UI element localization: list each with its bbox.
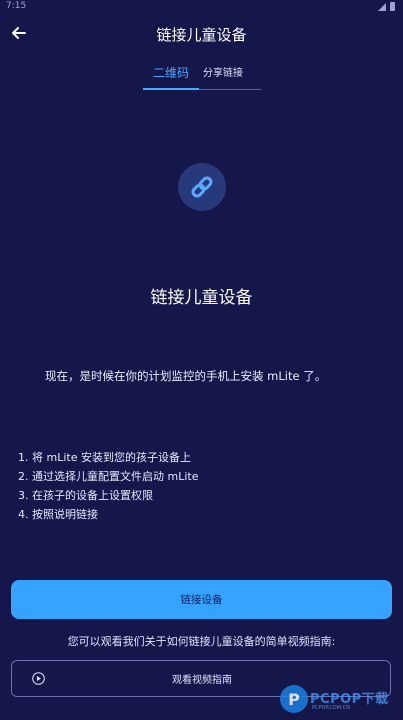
steps-list: 1. 将 mLite 安装到您的孩子设备上 2. 通过选择儿童配置文件启动 mL… — [18, 448, 198, 524]
signal-icon — [378, 2, 386, 11]
watermark-subtext: PCPOP.COM.CN — [312, 705, 350, 711]
tab-share-link[interactable]: 分享链接 — [203, 64, 243, 79]
link-icon — [191, 176, 213, 198]
watermark-logo: P PCPOP下载 PCPOP.COM.CN — [280, 683, 400, 719]
top-bar: 链接儿童设备 — [0, 16, 403, 54]
list-item: 3. 在孩子的设备上设置权限 — [18, 489, 153, 502]
status-bar: 7:15 — [0, 0, 403, 14]
tab-bar: 二维码 分享链接 — [143, 60, 261, 92]
page-title: 链接儿童设备 — [156, 26, 247, 44]
tab-active-indicator — [143, 88, 199, 90]
link-device-button-label: 链接设备 — [180, 594, 223, 606]
status-time: 7:15 — [6, 1, 27, 11]
link-device-button[interactable]: 链接设备 — [11, 580, 392, 619]
status-icons — [378, 2, 395, 11]
main-title: 链接儿童设备 — [150, 288, 253, 308]
list-item: 4. 按照说明链接 — [18, 508, 98, 521]
list-item: 2. 通过选择儿童配置文件启动 mLite — [18, 470, 199, 483]
watermark-badge: P — [280, 685, 308, 713]
list-item: 1. 将 mLite 安装到您的孩子设备上 — [18, 451, 191, 464]
tab-qr-code[interactable]: 二维码 — [153, 64, 189, 81]
intro-text: 现在，是时候在你的计划监控的手机上安装 mLite 了。 — [45, 369, 327, 383]
battery-icon — [390, 2, 395, 11]
video-hint-text: 您可以观看我们关于如何链接儿童设备的简单视频指南: — [67, 635, 336, 648]
link-icon-circle — [178, 163, 226, 211]
